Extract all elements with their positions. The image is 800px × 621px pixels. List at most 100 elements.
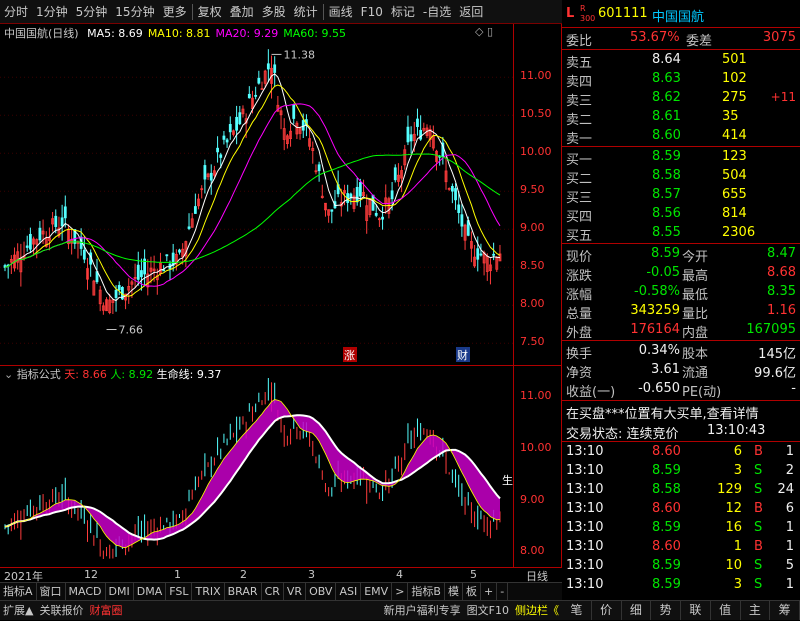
bottom-bar: 扩展▲ 关联报价 财富圈 新用户福利专享 图文F10 侧边栏《: [0, 600, 562, 620]
indicator-tick: 11.00: [520, 389, 552, 403]
indicator-tab-12[interactable]: EMV: [361, 582, 393, 601]
indicator-tab-15[interactable]: 模: [445, 582, 463, 601]
toolbar-item-11[interactable]: 标记: [387, 0, 419, 24]
indicator-ren: 人: 8.92: [110, 368, 154, 381]
indicator-tab-4[interactable]: DMA: [134, 582, 167, 601]
buy-row[interactable]: 买三 8.57 655: [562, 186, 800, 206]
indicator-chart[interactable]: ⌄ 指标公式 天: 8.66 人: 8.92 生命线: 9.37 生: [0, 366, 514, 568]
chevron-down-icon[interactable]: ⌄: [4, 368, 13, 381]
toolbar-item-6[interactable]: 叠加: [226, 0, 258, 24]
candle-body: [254, 94, 258, 97]
indicator-tab-7[interactable]: BRAR: [225, 582, 262, 601]
notice-text[interactable]: 在买盘***位置有大买单,查看详情: [566, 403, 759, 422]
stat2-row: 换手 0.34% 股本 145亿: [566, 343, 796, 362]
candle-body: [330, 209, 334, 212]
kline-chart[interactable]: 11.38 7.66 涨 财 中国国航(日线) MA5: 8.69 MA10: 8.81…: [0, 24, 514, 366]
trade-status: 交易状态: 连续竞价: [566, 427, 679, 442]
indicator-tab-16[interactable]: 板: [463, 582, 481, 601]
toolbar-item-5[interactable]: 复权: [194, 0, 226, 24]
indicator-tab-17[interactable]: +: [481, 582, 498, 601]
toolbar-item-7[interactable]: 多股: [258, 0, 290, 24]
candle-body: [235, 116, 239, 131]
chart-header: 中国国航(日线) MA5: 8.69 MA10: 8.81 MA20: 9.29 MA…: [4, 25, 346, 41]
bottom-left-0[interactable]: 扩展▲: [0, 601, 36, 621]
toolbar-item-8[interactable]: 统计: [290, 0, 322, 24]
toolbar-item-2[interactable]: 5分钟: [72, 0, 112, 24]
indicator-tick: 10.00: [520, 440, 552, 454]
toolbar-item-0[interactable]: 分时: [0, 0, 32, 24]
indicator-tab-1[interactable]: 窗口: [37, 582, 66, 601]
toolbar-item-12[interactable]: -自选: [419, 0, 455, 24]
bottom-right-0[interactable]: 新用户福利专享: [381, 601, 464, 621]
toolbar-item-13[interactable]: 返回: [455, 0, 487, 24]
quote-panel: L R 300 601111 中国国航 委比 53.67% 委差 3075 卖五…: [562, 0, 800, 620]
candle-body: [28, 233, 32, 250]
right-tab-4[interactable]: 联: [681, 601, 711, 620]
sell-row[interactable]: 卖三 8.62 275 +11: [562, 89, 800, 109]
stock-code: 601111: [598, 6, 648, 21]
chart-control-icons[interactable]: ◇ ▯: [475, 25, 493, 38]
indicator-tab-9[interactable]: VR: [284, 582, 307, 601]
toolbar-item-3[interactable]: 15分钟: [111, 0, 158, 24]
bottom-right-2[interactable]: 侧边栏《: [512, 601, 562, 621]
price-tick: 10.50: [520, 107, 552, 121]
indicator-tab-10[interactable]: OBV: [306, 582, 337, 601]
candle-body: [492, 253, 496, 256]
tick-row: 13:10 8.59 10 S 5: [566, 558, 794, 573]
stat-row: 现价 8.59 今开 8.47: [566, 246, 796, 265]
high-label: 11.38: [284, 48, 316, 61]
indicator-tab-8[interactable]: CR: [262, 582, 284, 601]
indicator-tab-3[interactable]: DMI: [106, 582, 134, 601]
candle-body: [219, 154, 223, 158]
ma-line-10: [4, 84, 501, 297]
right-tab-2[interactable]: 细: [622, 601, 652, 620]
buy-row[interactable]: 买四 8.56 814: [562, 205, 800, 225]
indicator-tab-6[interactable]: TRIX: [192, 582, 225, 601]
kline-svg[interactable]: 11.38 7.66 涨 财: [0, 24, 514, 366]
indicator-tab-13[interactable]: >: [392, 582, 409, 601]
toolbar-item-9[interactable]: 画线: [325, 0, 357, 24]
indicator-tab-14[interactable]: 指标B: [408, 582, 445, 601]
right-tab-6[interactable]: 主: [741, 601, 771, 620]
indicator-tab-18[interactable]: -: [497, 582, 509, 601]
price-tick: 8.00: [520, 297, 545, 311]
candle-body: [358, 182, 362, 197]
bottom-left-2[interactable]: 财富圈: [86, 601, 125, 621]
toolbar-item-1[interactable]: 1分钟: [32, 0, 72, 24]
toolbar-separator: [191, 3, 193, 20]
notice-row[interactable]: 在买盘***位置有大买单,查看详情: [562, 402, 800, 422]
candle-body: [162, 269, 166, 272]
indicator-svg[interactable]: [0, 366, 514, 568]
sell-row[interactable]: 卖四 8.63 102: [562, 70, 800, 90]
bottom-left-1[interactable]: 关联报价: [36, 601, 86, 621]
candle-body: [273, 64, 277, 73]
right-tab-0[interactable]: 笔: [562, 601, 592, 620]
buy-row[interactable]: 买二 8.58 504: [562, 167, 800, 187]
candle-body: [136, 264, 140, 280]
indicator-title[interactable]: 指标公式: [17, 368, 61, 381]
code-sub: 300: [580, 14, 596, 23]
indicator-tab-0[interactable]: 指标A: [0, 582, 37, 601]
candle-body: [393, 167, 397, 181]
indicator-tabs: 指标A 窗口 MACD DMI DMA FSL TRIX BRAR CR VR OBV ASI EMV >…: [0, 582, 562, 601]
bottom-right-1[interactable]: 图文F10: [464, 601, 512, 621]
toolbar-item-4[interactable]: 更多: [159, 0, 191, 24]
right-tab-7[interactable]: 筹: [770, 601, 800, 620]
indicator-tab-11[interactable]: ASI: [336, 582, 362, 601]
sell-row[interactable]: 卖二 8.61 35: [562, 108, 800, 128]
candle-body: [114, 289, 118, 298]
toolbar-item-10[interactable]: F10: [357, 0, 387, 24]
buy-row[interactable]: 买一 8.59 123: [562, 148, 800, 168]
right-tab-1[interactable]: 价: [592, 601, 622, 620]
right-tab-5[interactable]: 值: [711, 601, 741, 620]
sell-row[interactable]: 卖一 8.60 414: [562, 127, 800, 147]
stat-row: 涨跌 -0.05 最高 8.68: [566, 265, 796, 284]
right-tab-3[interactable]: 势: [651, 601, 681, 620]
indicator-tab-5[interactable]: FSL: [166, 582, 193, 601]
sell-row[interactable]: 卖五 8.64 501: [562, 51, 800, 71]
buy-row[interactable]: 买五 8.55 2306: [562, 224, 800, 244]
indicator-tab-2[interactable]: MACD: [66, 582, 106, 601]
quote-header: L R 300 601111 中国国航: [562, 4, 800, 26]
stock-name: 中国国航: [652, 10, 705, 25]
candle-body: [416, 118, 419, 127]
